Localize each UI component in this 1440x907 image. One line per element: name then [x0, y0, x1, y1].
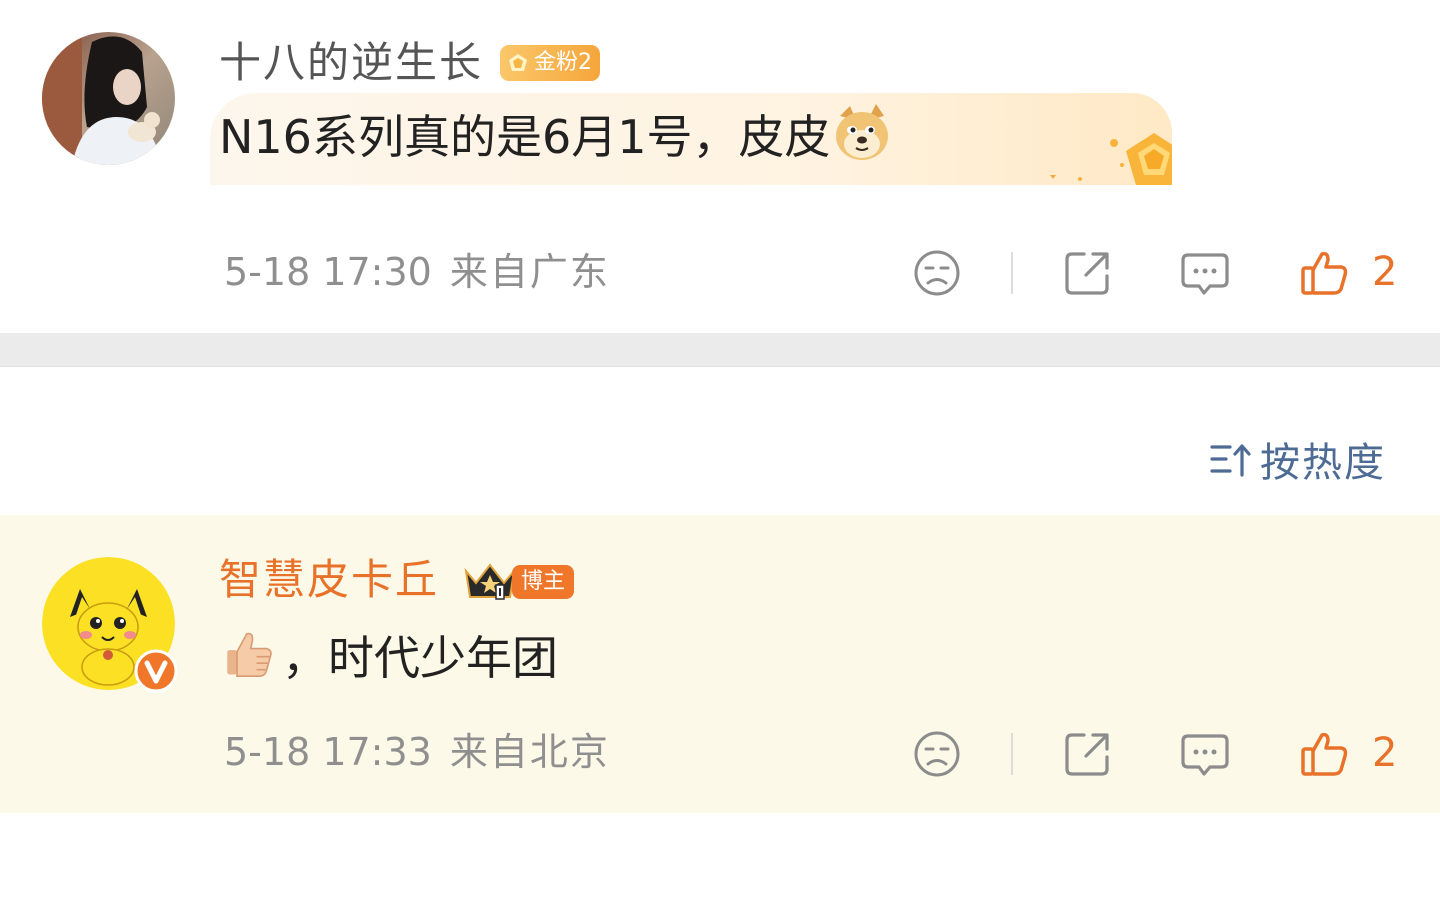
- badge-label: 金粉2: [534, 50, 592, 75]
- verified-v-icon: [134, 649, 178, 693]
- like-count: 2: [1372, 249, 1398, 295]
- sort-bar: 按热度: [0, 367, 1440, 515]
- comment-text-body: N16系列真的是6月1号，皮皮: [219, 110, 831, 164]
- gold-gem-decoration-icon: [1050, 133, 1172, 185]
- dislike-face-icon[interactable]: [912, 729, 962, 779]
- username[interactable]: 智慧皮卡丘: [219, 559, 439, 601]
- comment-item: 智慧皮卡丘 博主 ，时代少年团 5-18 17:33 来自北京 2: [0, 515, 1440, 813]
- sort-label: 按热度: [1260, 440, 1386, 486]
- fan-level-badge[interactable]: 金粉2: [500, 45, 600, 81]
- action-bar: 2: [0, 242, 1440, 302]
- badge-label: 博主: [512, 565, 575, 599]
- comment-bubble-icon[interactable]: [1180, 729, 1230, 779]
- crown-icon: [464, 563, 516, 600]
- gem-icon: [509, 54, 527, 71]
- comment-item: 十八的逆生长 金粉2 N16系列真的是6月1号，皮皮 5-18 17:30 来自…: [0, 0, 1440, 333]
- like-count: 2: [1372, 730, 1398, 776]
- action-divider: [1011, 252, 1013, 294]
- avatar[interactable]: [42, 557, 178, 693]
- action-bar: 2: [0, 723, 1440, 783]
- sort-by-hot-button[interactable]: 按热度: [1210, 437, 1386, 486]
- comment-bubble-icon[interactable]: [1180, 248, 1230, 298]
- username[interactable]: 十八的逆生长: [219, 42, 483, 84]
- sort-icon: [1210, 444, 1251, 477]
- comment-text-body: ，时代少年团: [282, 631, 558, 685]
- thumbs-up-emoji-icon: [227, 632, 272, 677]
- thumbs-up-icon[interactable]: [1300, 248, 1350, 298]
- doge-emoji-icon: [836, 103, 889, 160]
- dislike-face-icon[interactable]: [912, 248, 962, 298]
- action-divider: [1011, 733, 1013, 775]
- section-divider: [0, 333, 1440, 367]
- share-icon[interactable]: [1062, 248, 1112, 298]
- thumbs-up-icon[interactable]: [1300, 729, 1350, 779]
- comment-text: ，时代少年团: [224, 632, 558, 681]
- share-icon[interactable]: [1062, 729, 1112, 779]
- comment-text: N16系列真的是6月1号，皮皮: [219, 103, 894, 166]
- avatar[interactable]: [42, 32, 175, 165]
